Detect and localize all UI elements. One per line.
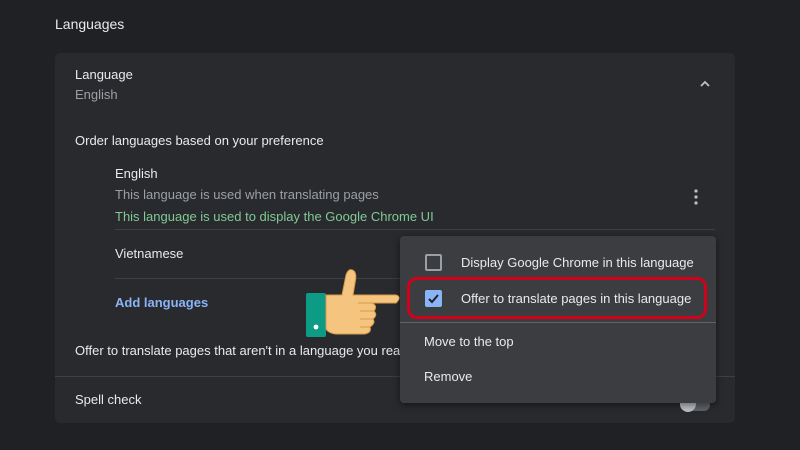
add-languages-button[interactable]: Add languages xyxy=(115,295,208,310)
menu-item-label: Move to the top xyxy=(424,333,514,349)
pointing-hand-icon xyxy=(306,269,400,337)
more-vert-icon[interactable] xyxy=(691,188,701,206)
spell-check-label: Spell check xyxy=(75,392,142,407)
checkbox-icon[interactable] xyxy=(425,253,442,271)
language-translate-note: This language is used when translating p… xyxy=(115,187,379,202)
menu-item-remove[interactable]: Remove xyxy=(400,359,716,393)
menu-separator xyxy=(400,322,716,323)
menu-item-display-chrome[interactable]: Display Google Chrome in this language xyxy=(400,245,716,279)
highlight-annotation xyxy=(407,277,707,319)
section-title: Languages xyxy=(55,16,125,32)
language-header[interactable]: Language English xyxy=(75,67,133,102)
language-name: English xyxy=(115,166,158,181)
language-ui-note: This language is used to display the Goo… xyxy=(115,209,434,224)
current-language: English xyxy=(75,87,118,102)
settings-page: Languages Language English Order languag… xyxy=(0,0,800,450)
menu-item-label: Display Google Chrome in this language xyxy=(461,254,694,270)
order-languages-label: Order languages based on your preference xyxy=(75,133,324,148)
language-header-label: Language xyxy=(75,67,133,82)
language-context-menu: Display Google Chrome in this language O… xyxy=(400,236,716,403)
divider xyxy=(115,229,715,230)
menu-item-move-top[interactable]: Move to the top xyxy=(400,324,716,358)
offer-translate-label: Offer to translate pages that aren't in … xyxy=(75,343,405,358)
language-item-vietnamese: Vietnamese xyxy=(115,246,184,261)
chevron-up-icon[interactable] xyxy=(698,77,712,91)
language-item-english: English This language is used when trans… xyxy=(115,166,434,224)
menu-item-label: Remove xyxy=(424,368,473,384)
